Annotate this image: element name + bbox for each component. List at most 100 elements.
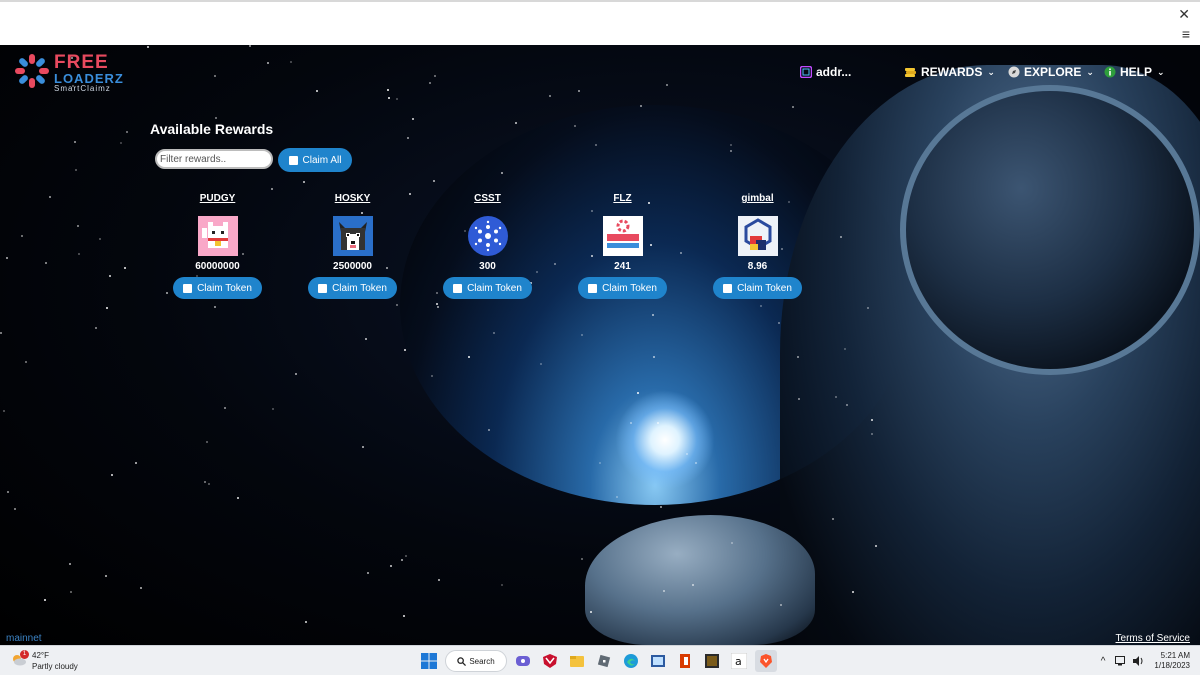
nav-help-label: HELP <box>1120 65 1153 79</box>
star <box>3 410 5 412</box>
token-card: gimbal 8.96 Claim Token <box>695 190 820 310</box>
start-button[interactable] <box>418 650 440 672</box>
search-label: Search <box>469 656 495 666</box>
claim-token-button[interactable]: Claim Token <box>443 277 532 299</box>
terms-of-service-link[interactable]: Terms of Service <box>1116 633 1190 644</box>
nav-rewards[interactable]: REWARDS ⌄ <box>905 63 995 81</box>
star <box>365 338 367 340</box>
amazon-icon[interactable]: a <box>728 650 750 672</box>
star <box>501 584 503 586</box>
star <box>77 225 79 227</box>
search-icon <box>457 656 467 666</box>
star <box>846 404 848 406</box>
photo-app-icon[interactable] <box>647 650 669 672</box>
weather-widget[interactable]: 1 42°F Partly cloudy <box>12 650 92 672</box>
token-name[interactable]: FLZ <box>560 193 685 207</box>
claim-token-button[interactable]: Claim Token <box>173 277 262 299</box>
star <box>778 322 780 324</box>
claim-token-button[interactable]: Claim Token <box>308 277 397 299</box>
menu-icon[interactable]: ≡ <box>1182 26 1190 42</box>
star <box>835 396 837 398</box>
edge-icon[interactable] <box>620 650 642 672</box>
office-icon[interactable] <box>674 650 696 672</box>
star <box>99 238 101 240</box>
brave-browser-icon[interactable] <box>755 650 777 672</box>
token-name[interactable]: CSST <box>425 193 550 207</box>
page-title: Available Rewards <box>150 121 274 137</box>
nav-help[interactable]: HELP ⌄ <box>1104 63 1165 81</box>
taskbar-search[interactable]: Search <box>445 650 507 672</box>
token-name[interactable]: PUDGY <box>155 193 280 207</box>
nav-explore[interactable]: EXPLORE ⌄ <box>1008 63 1094 81</box>
star <box>44 599 46 601</box>
volume-icon[interactable] <box>1132 656 1144 666</box>
wallet-button[interactable]: addr... <box>800 63 851 81</box>
clock[interactable]: 5:21 AM 1/18/2023 <box>1154 651 1190 671</box>
star <box>69 563 71 565</box>
star <box>871 433 873 435</box>
star <box>111 474 113 476</box>
network-icon[interactable] <box>1115 656 1127 666</box>
compass-icon <box>1008 66 1020 78</box>
token-amount: 60000000 <box>195 261 240 272</box>
windows-icon <box>421 653 437 669</box>
claim-token-label: Claim Token <box>737 282 792 294</box>
app-page: FREE LOADERZ SmartClaimz addr... REWARDS… <box>0 45 1200 645</box>
star <box>595 144 597 146</box>
star <box>140 587 142 589</box>
token-name[interactable]: gimbal <box>695 193 820 207</box>
claim-token-label: Claim Token <box>197 282 252 294</box>
star <box>105 575 107 577</box>
star <box>267 62 269 64</box>
star <box>135 462 137 464</box>
star <box>433 180 435 182</box>
star <box>640 105 642 107</box>
star <box>403 615 405 617</box>
star <box>25 361 27 363</box>
file-explorer-icon[interactable] <box>566 650 588 672</box>
weather-temp: 42°F <box>32 651 49 660</box>
claim-token-label: Claim Token <box>332 282 387 294</box>
taskbar: 1 42°F Partly cloudy Search a ^ 5:21 AM … <box>0 645 1200 675</box>
terminal-app-icon[interactable] <box>701 650 723 672</box>
star <box>780 604 782 606</box>
mcafee-icon[interactable] <box>539 650 561 672</box>
roblox-icon[interactable] <box>593 650 615 672</box>
star <box>599 462 601 464</box>
site-logo[interactable]: FREE LOADERZ SmartClaimz <box>12 51 142 93</box>
chevron-up-icon[interactable]: ^ <box>1101 656 1106 667</box>
token-card: FLZ 241 Claim Token <box>560 190 685 310</box>
star <box>731 542 733 544</box>
token-name[interactable]: HOSKY <box>290 193 415 207</box>
star <box>871 419 873 421</box>
star <box>730 144 732 146</box>
star <box>124 267 126 269</box>
gimbal-icon <box>737 216 778 256</box>
star <box>214 75 216 77</box>
claim-all-button[interactable]: Claim All <box>278 148 352 172</box>
star <box>686 453 688 455</box>
token-amount: 241 <box>614 261 631 272</box>
token-amount: 300 <box>479 261 496 272</box>
close-icon[interactable]: ✕ <box>1178 6 1190 23</box>
coins-icon <box>905 68 916 77</box>
star <box>362 446 364 448</box>
star <box>290 61 292 63</box>
teams-chat-icon[interactable] <box>512 650 534 672</box>
network-label: mainnet <box>6 633 42 644</box>
star <box>303 181 305 183</box>
star <box>316 90 318 92</box>
filter-rewards-input[interactable] <box>155 149 273 169</box>
browser-bar: ✕ ≡ <box>0 0 1200 45</box>
claim-token-button[interactable]: Claim Token <box>713 277 802 299</box>
claim-all-label: Claim All <box>302 154 342 166</box>
star <box>660 506 662 508</box>
star <box>7 491 9 493</box>
star <box>215 117 217 119</box>
star <box>367 572 369 574</box>
claim-token-button[interactable]: Claim Token <box>578 277 667 299</box>
star <box>429 82 431 84</box>
star <box>657 422 659 424</box>
token-card: PUDGY 60000000 Claim Token <box>155 190 280 310</box>
star <box>249 45 251 47</box>
